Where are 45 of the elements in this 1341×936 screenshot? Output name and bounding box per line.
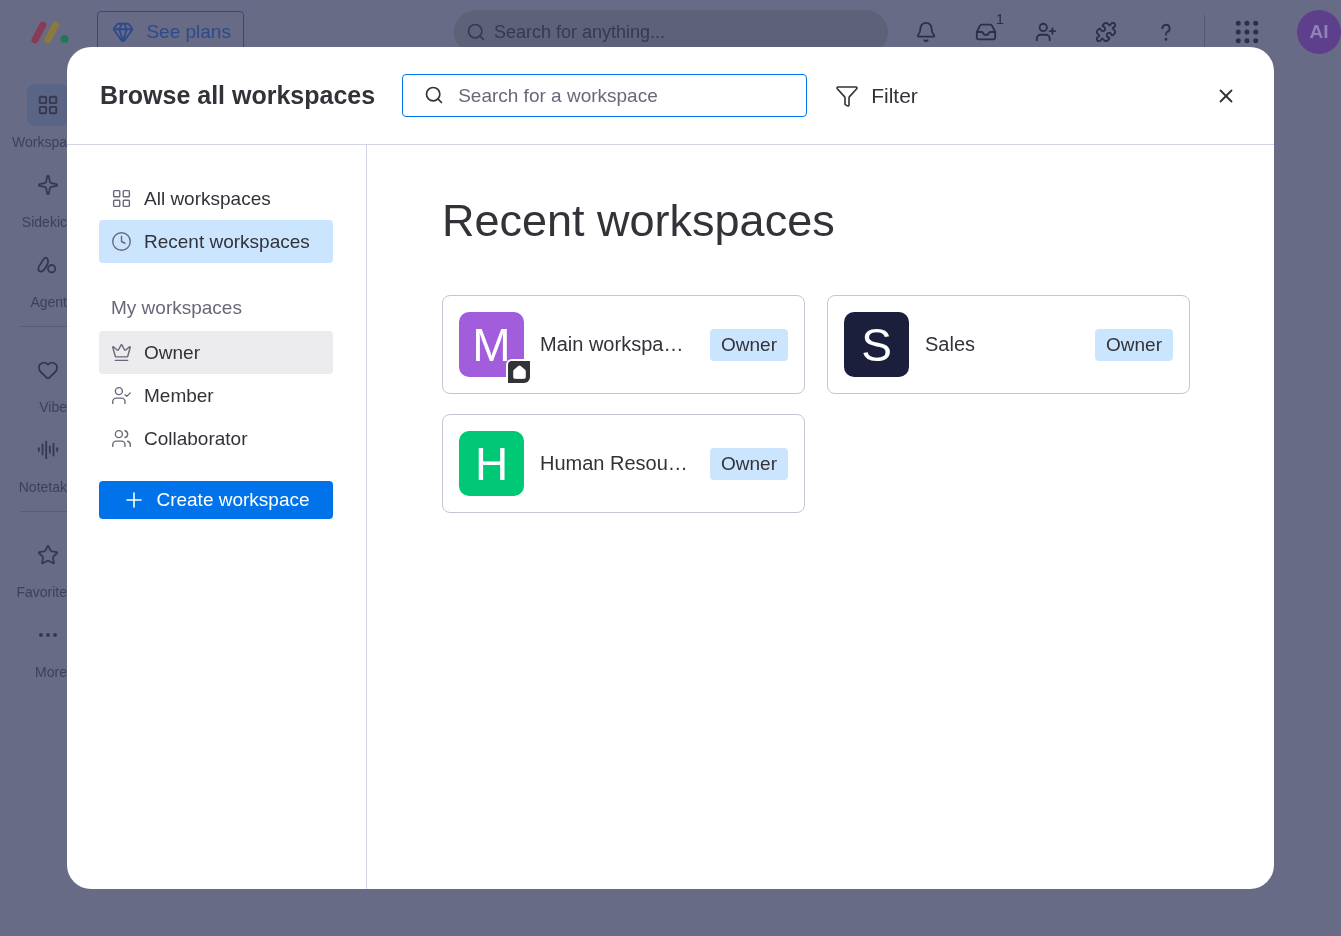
role-tag: Owner [710,328,788,361]
puzzle-icon [1095,21,1117,43]
workspace-avatar: M [459,312,524,377]
role-filter-item[interactable]: Collaborator [99,417,333,460]
grid-icon [37,94,59,116]
more-icon [39,633,57,637]
role-tag: Owner [1095,328,1173,361]
workspace-avatar: H [459,431,524,496]
filter-button[interactable]: Filter [831,79,922,112]
user-plus-icon [1035,21,1057,43]
workspace-search-field[interactable]: Search for a workspace [402,74,808,117]
loops-icon [37,254,59,276]
workspace-card[interactable]: H Human Resou… Owner [442,414,805,513]
create-workspace-button[interactable]: Create workspace [99,481,333,519]
users-icon [111,428,132,449]
sparkle-icon [37,174,59,196]
search-icon [424,85,445,105]
workspace-name: Sales [925,333,977,356]
grid-icon [111,188,132,209]
workspace-card[interactable]: M Main workspa… Owner [442,295,805,394]
nav-item[interactable]: Recent workspaces [99,220,333,263]
section-title: My workspaces [110,297,243,319]
nav-item[interactable]: All workspaces [99,177,333,220]
inbox-count: 1 [995,10,1004,27]
crown-icon [111,342,132,363]
workspace-name: Human Resou… [540,452,689,475]
role-filter-item[interactable]: Owner [99,331,333,374]
sound-wave-icon [37,439,59,461]
role-filter-item[interactable]: Member [99,374,333,417]
user-check-icon [111,385,132,406]
workspace-avatar: S [844,312,909,377]
workspace-card[interactable]: S Sales Owner [827,295,1190,394]
section-heading: Recent workspaces [442,195,836,247]
workspace-name: Main workspa… [540,333,685,356]
rail-button[interactable] [27,84,69,126]
star-icon [37,544,59,566]
diamond-icon [112,21,135,43]
heart-icon [37,359,59,381]
filter-icon [835,83,860,108]
search-icon [465,22,486,42]
inbox-icon [975,21,997,43]
role-tag: Owner [710,447,788,480]
clock-icon [111,231,132,252]
bell-icon [915,21,937,43]
dialog-title: Browse all workspaces [100,81,376,110]
